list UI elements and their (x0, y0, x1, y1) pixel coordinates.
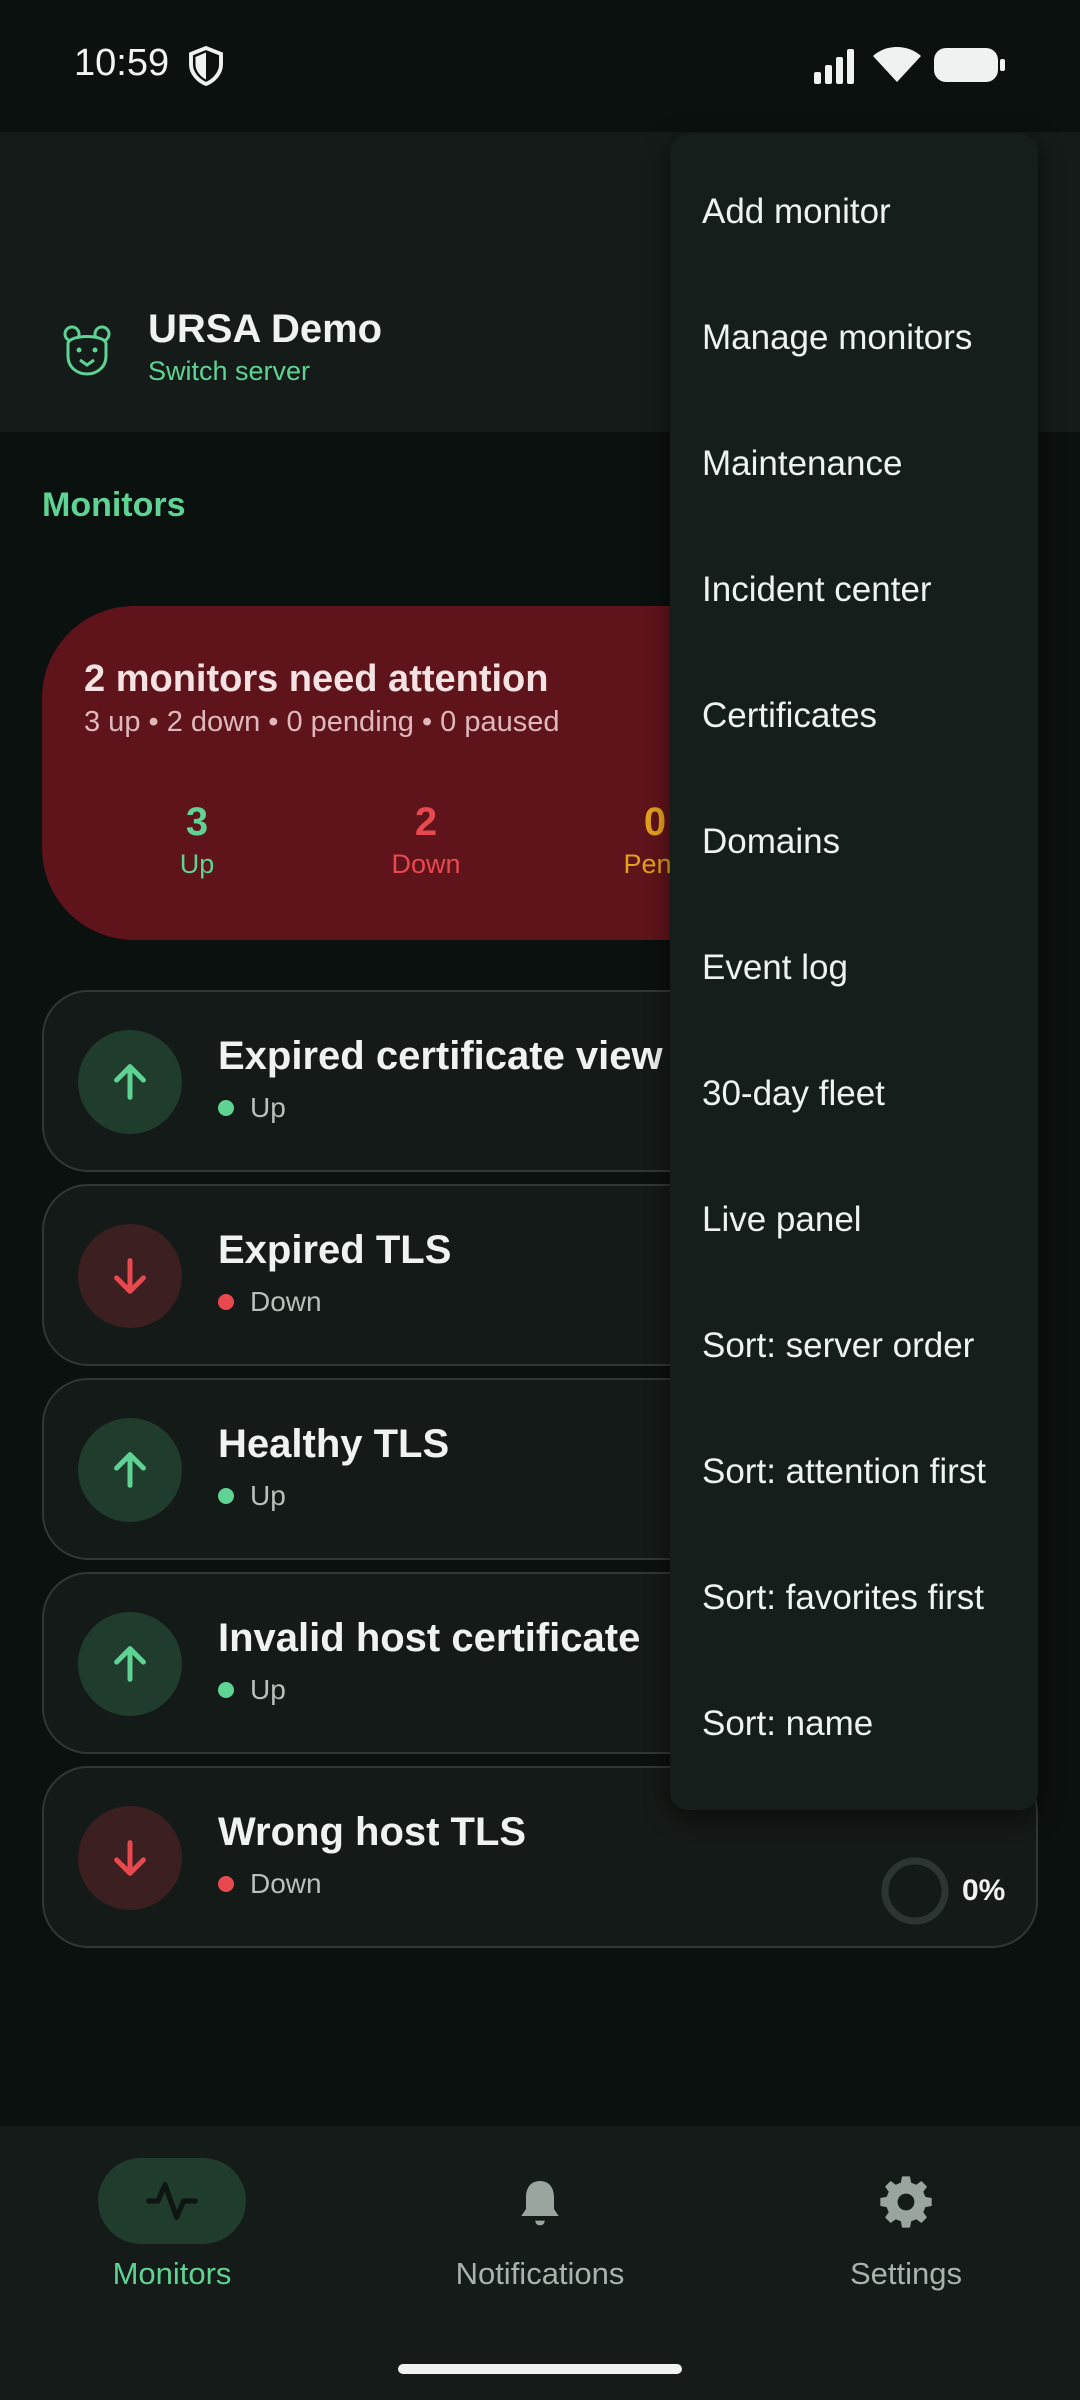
stat-up-value: 3 (185, 800, 209, 844)
monitor-status: Down (218, 1286, 322, 1318)
uptime-value: 0% (962, 1874, 1006, 1907)
monitor-status: Down (218, 1868, 322, 1900)
status-up-icon (78, 1612, 182, 1716)
nav-label-monitors[interactable]: Monitors (22, 2256, 322, 2292)
overflow-menu: Add monitor Manage monitors Maintenance … (670, 134, 1038, 1810)
monitor-status-text: Down (250, 1868, 322, 1899)
stat-up: 3 Up (97, 800, 297, 880)
monitor-name: Expired TLS (218, 1228, 452, 1272)
monitor-status-text: Down (250, 1286, 322, 1317)
status-down-icon (78, 1806, 182, 1910)
menu-item-certificates[interactable]: Certificates (702, 696, 877, 736)
menu-item-incident-center[interactable]: Incident center (702, 570, 932, 610)
bear-logo-icon (63, 325, 111, 376)
monitor-status-text: Up (250, 1480, 286, 1511)
monitor-name: Wrong host TLS (218, 1810, 527, 1854)
menu-item-live-panel[interactable]: Live panel (702, 1200, 862, 1240)
summary-title: 2 monitors need attention (84, 658, 549, 700)
status-dot (218, 1876, 234, 1892)
monitor-name: Invalid host certificate (218, 1616, 641, 1660)
nav-item-monitors[interactable] (98, 2158, 246, 2244)
monitor-status-text: Up (250, 1674, 286, 1705)
menu-item-sort-server-order[interactable]: Sort: server order (702, 1326, 974, 1366)
gear-icon[interactable] (878, 2174, 934, 2230)
signal-icon (814, 49, 854, 84)
wifi-icon (873, 47, 921, 82)
stat-down-label: Down (391, 849, 461, 879)
menu-item-event-log[interactable]: Event log (702, 948, 848, 988)
menu-item-domains[interactable]: Domains (702, 822, 840, 862)
nav-label-settings[interactable]: Settings (756, 2256, 1056, 2292)
shield-icon (189, 46, 223, 86)
menu-item-add-monitor[interactable]: Add monitor (702, 192, 891, 232)
stat-down: 2 Down (326, 800, 526, 880)
status-up-icon (78, 1418, 182, 1522)
switch-server-link[interactable]: Switch server (148, 356, 310, 387)
monitor-status: Up (218, 1480, 286, 1512)
status-time: 10:59 (74, 42, 170, 84)
status-dot (218, 1488, 234, 1504)
bell-icon[interactable] (512, 2174, 568, 2230)
monitor-status-text: Up (250, 1092, 286, 1123)
stat-down-value: 2 (414, 800, 438, 844)
summary-subtitle: 3 up • 2 down • 0 pending • 0 paused (84, 706, 560, 738)
menu-item-manage-monitors[interactable]: Manage monitors (702, 318, 972, 358)
menu-item-sort-attention-first[interactable]: Sort: attention first (702, 1452, 986, 1492)
nav-label-notifications[interactable]: Notifications (390, 2256, 690, 2292)
status-down-icon (78, 1224, 182, 1328)
uptime-ring-icon (881, 1857, 949, 1925)
bottom-nav: Monitors Notifications Settings (0, 2126, 1080, 2400)
monitor-name: Expired certificate view (218, 1034, 663, 1078)
menu-item-sort-name[interactable]: Sort: name (702, 1704, 873, 1744)
monitor-name: Healthy TLS (218, 1422, 450, 1466)
status-bar: 10:59 (0, 0, 1080, 130)
menu-item-30-day-fleet[interactable]: 30-day fleet (702, 1074, 885, 1114)
status-dot (218, 1294, 234, 1310)
battery-icon (934, 48, 1005, 82)
monitor-status: Up (218, 1674, 286, 1706)
section-title: Monitors (42, 486, 186, 524)
home-indicator[interactable] (398, 2364, 682, 2374)
server-name[interactable]: URSA Demo (148, 307, 382, 352)
menu-item-maintenance[interactable]: Maintenance (702, 444, 902, 484)
status-up-icon (78, 1030, 182, 1134)
stat-up-label: Up (179, 849, 215, 879)
menu-item-sort-favorites-first[interactable]: Sort: favorites first (702, 1578, 984, 1618)
pulse-icon (146, 2182, 198, 2220)
status-dot (218, 1682, 234, 1698)
status-dot (218, 1100, 234, 1116)
monitor-status: Up (218, 1092, 286, 1124)
